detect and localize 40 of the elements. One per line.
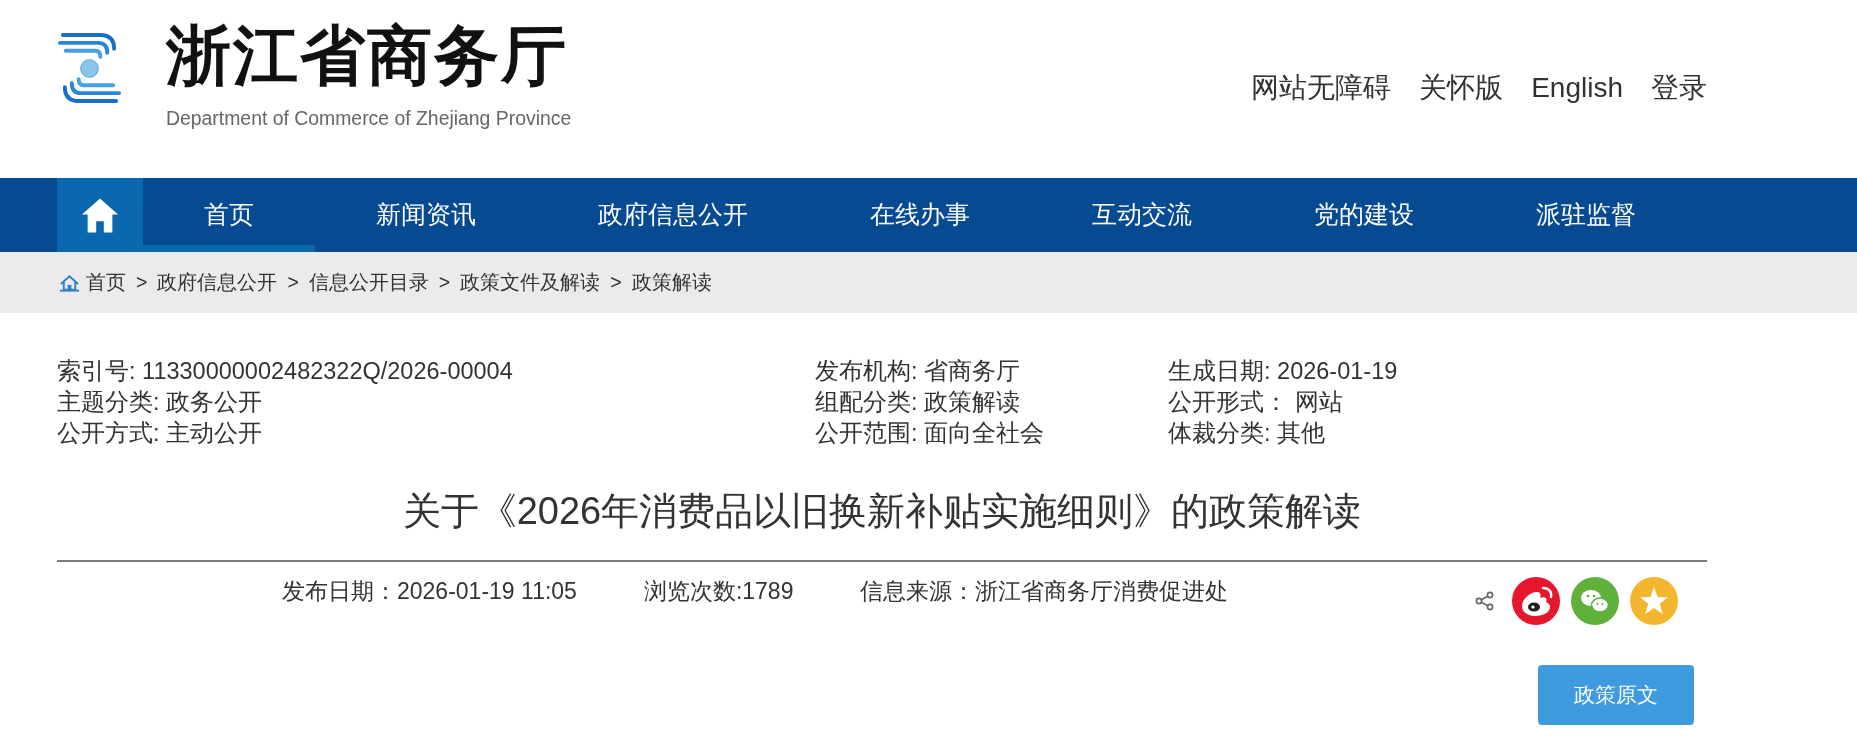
meta-field: 组配分类: 政策解读	[815, 387, 1168, 418]
nav-tab[interactable]: 党的建设	[1253, 178, 1475, 252]
nav-tab[interactable]: 派驻监督	[1475, 178, 1697, 252]
nav-tab[interactable]: 互动交流	[1031, 178, 1253, 252]
meta-field: 公开范围: 面向全社会	[815, 418, 1168, 449]
breadcrumb-separator: >	[287, 269, 299, 295]
article-info: 发布日期：2026-01-19 11:05	[282, 577, 577, 606]
meta-field: 生成日期: 2026-01-19	[1168, 356, 1398, 387]
nav-tab[interactable]: 首页	[143, 178, 315, 252]
meta-field: 公开形式： 网站	[1168, 387, 1398, 418]
breadcrumb-link[interactable]: 政府信息公开	[157, 267, 278, 298]
site-subtitle: Department of Commerce of Zhejiang Province	[166, 107, 572, 129]
article-info: 信息来源：浙江省商务厅消费促进处	[860, 577, 1229, 606]
breadcrumb-link[interactable]: 政策解读	[631, 267, 712, 298]
chat-bubbles-icon[interactable]	[1571, 577, 1619, 625]
breadcrumb-separator: >	[610, 269, 622, 295]
header-link[interactable]: 网站无障碍	[1251, 71, 1392, 105]
article-title: 关于《2026年消费品以旧换新补贴实施细则》的政策解读	[401, 489, 1363, 534]
meta-field: 发布机构: 省商务厅	[815, 356, 1168, 387]
share-icon[interactable]	[1475, 591, 1495, 611]
header-link[interactable]: 登录	[1651, 71, 1707, 105]
breadcrumb-separator: >	[136, 269, 148, 295]
nav-tab[interactable]: 政府信息公开	[537, 178, 809, 252]
breadcrumb-separator: >	[438, 269, 451, 295]
header-link[interactable]: English	[1531, 71, 1623, 105]
meta-field: 主题分类: 政务公开	[57, 387, 815, 418]
meta-field: 索引号: 11330000002482322Q/2026-00004	[57, 356, 815, 387]
header-link[interactable]: 关怀版	[1419, 71, 1504, 105]
home-button[interactable]	[57, 178, 143, 252]
meta-field: 体裁分类: 其他	[1168, 418, 1398, 449]
breadcrumb-link[interactable]: 首页	[86, 267, 126, 298]
home-icon	[59, 273, 80, 292]
swirl-share-icon[interactable]	[1512, 577, 1560, 625]
site-title: 浙江省商务厅	[166, 19, 569, 93]
nav-tab[interactable]: 新闻资讯	[315, 178, 537, 252]
article-info: 浏览次数:1789	[643, 577, 794, 606]
meta-field: 公开方式: 主动公开	[57, 418, 815, 449]
nav-tab[interactable]: 在线办事	[809, 178, 1031, 252]
breadcrumb-link[interactable]: 政策文件及解读	[460, 267, 601, 298]
breadcrumb-link[interactable]: 信息公开目录	[308, 267, 429, 298]
